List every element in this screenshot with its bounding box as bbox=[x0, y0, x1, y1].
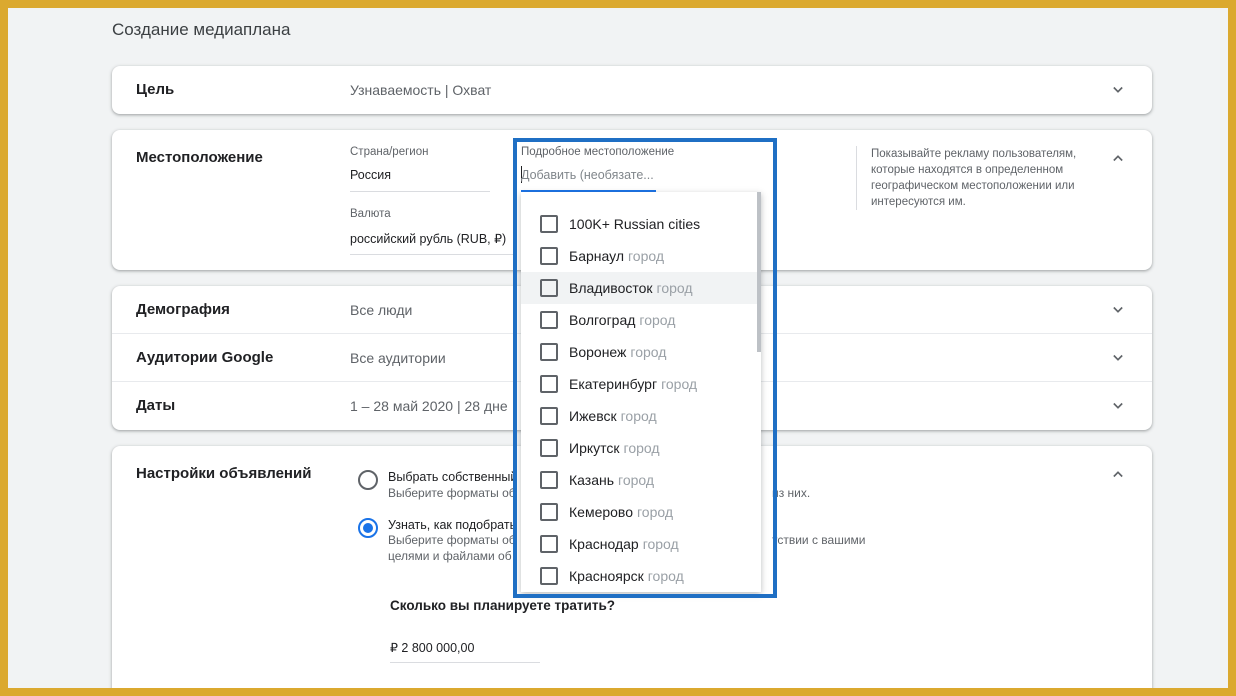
audiences-label: Аудитории Google bbox=[136, 349, 274, 366]
dates-value: 1 – 28 май 2020 | 28 дне bbox=[350, 398, 508, 414]
country-underline bbox=[350, 191, 490, 192]
option-choose-own-desc-tail: из них. bbox=[772, 486, 811, 500]
option-learn-how-desc-tail: тствии с вашими bbox=[772, 533, 866, 547]
option-learn-how-title: Узнать, как подобрать bbox=[388, 518, 517, 532]
highlight-annotation bbox=[513, 138, 777, 598]
goal-card[interactable]: Цель Узнаваемость | Охват bbox=[112, 66, 1152, 114]
country-select[interactable]: Россия bbox=[350, 168, 391, 182]
location-help-text: Показывайте рекламу пользователям, котор… bbox=[856, 146, 1096, 210]
currency-label: Валюта bbox=[350, 208, 391, 220]
chevron-up-icon[interactable] bbox=[1108, 148, 1128, 168]
dates-label: Даты bbox=[136, 397, 176, 414]
option-choose-own-desc: Выберите форматы об bbox=[388, 486, 516, 500]
page-title: Создание медиаплана bbox=[112, 20, 291, 39]
currency-select[interactable]: российский рубль (RUB, ₽) bbox=[350, 231, 506, 246]
chevron-up-icon[interactable] bbox=[1108, 464, 1128, 484]
chevron-down-icon[interactable] bbox=[1108, 348, 1128, 368]
radio-choose-own[interactable] bbox=[358, 470, 378, 490]
audiences-value: Все аудитории bbox=[350, 350, 446, 366]
budget-underline bbox=[390, 662, 540, 663]
chevron-down-icon[interactable] bbox=[1108, 80, 1128, 100]
demography-value: Все люди bbox=[350, 302, 413, 318]
goal-label: Цель bbox=[136, 81, 175, 98]
option-learn-how-desc-line2: целями и файлами об bbox=[388, 549, 512, 563]
budget-question: Сколько вы планируете тратить? bbox=[390, 598, 615, 613]
radio-learn-how[interactable] bbox=[358, 518, 378, 538]
ad-settings-label: Настройки объявлений bbox=[136, 465, 312, 482]
goal-value: Узнаваемость | Охват bbox=[350, 82, 492, 98]
budget-input[interactable]: ₽ 2 800 000,00 bbox=[390, 640, 474, 655]
currency-underline bbox=[350, 254, 515, 255]
option-choose-own-title: Выбрать собственный bbox=[388, 470, 518, 484]
chevron-down-icon[interactable] bbox=[1108, 300, 1128, 320]
country-label: Страна/регион bbox=[350, 146, 429, 158]
location-label: Местоположение bbox=[136, 149, 263, 166]
chevron-down-icon[interactable] bbox=[1108, 396, 1128, 416]
demography-label: Демография bbox=[136, 301, 230, 318]
screenshot-frame: Создание медиаплана Цель Узнаваемость | … bbox=[0, 0, 1236, 696]
option-learn-how-desc-line1: Выберите форматы об bbox=[388, 533, 516, 547]
